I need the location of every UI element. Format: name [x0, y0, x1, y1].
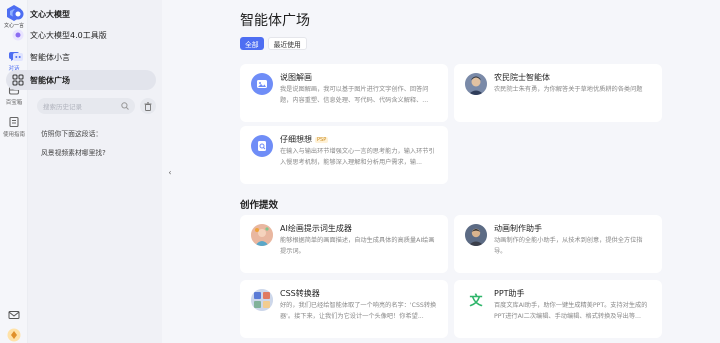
agent-card-ai-painting-prompt[interactable]: AI绘画提示词生成器 能够根据简单的画面描述，自动生成具体的高质量AI绘画提示词…: [240, 215, 448, 273]
history-header[interactable]: 仿照你下面这段话：: [41, 128, 102, 138]
grid-icon: [12, 74, 24, 86]
agent-name: 农民院士智能体: [494, 73, 550, 82]
agent-desc: 能够根据简单的画面描述，自动生成具体的高质量AI绘画提示词。: [280, 237, 435, 255]
picture-talk-avatar-icon: [251, 73, 273, 95]
ai-painting-avatar: [251, 224, 273, 246]
search-placeholder: 搜索历史记录: [43, 103, 82, 111]
think-carefully-avatar-icon: [251, 135, 273, 157]
sidebar-item-label: 文心大模型: [30, 9, 70, 19]
agent-desc: 农民院士朱有勇，为你解答关于草地优质耕的各类问题: [494, 86, 643, 93]
rail-item-label: 使用指南: [2, 132, 25, 138]
agent-card-picture-talk[interactable]: 说图解画 我是说图解画，我可以基于图片进行文字创作、回答问题，内容重塑、信息处理…: [240, 64, 448, 122]
svg-text:文: 文: [469, 293, 483, 309]
agent-desc: 动画制作的全能小助手，从技术到创意，提供全方位指导。: [494, 237, 643, 255]
collapse-sidebar-button[interactable]: ‹: [164, 168, 176, 182]
agent-name: 仔细想想: [280, 135, 312, 144]
section-title-creation: 创作提效: [240, 200, 279, 211]
agent-card-think-carefully[interactable]: 仔细想想 PSP 在输入与输出环节增强文心一言的思考能力，输入环节引入慢思考机制，…: [240, 126, 448, 184]
agent-desc: 百度文库AI助手，助你一键生成精美PPT。支持对生成的PPT进行AI二次编辑、手…: [494, 302, 648, 320]
ernie-model-icon: [12, 8, 24, 20]
agent-desc: 我是说图解画，我可以基于图片进行文字创作、回答问题，内容重塑、信息处理、写代码、…: [280, 86, 429, 104]
tab-recent[interactable]: 最近使用: [267, 37, 307, 50]
page-title: 智能体广场: [240, 13, 310, 29]
sidebar-item-label: 智能体小言: [30, 52, 70, 62]
sidebar-item-label: 智能体广场: [30, 75, 70, 85]
agent-square-main: 智能体广场 全部 最近使用 说图解画 我是说图解画，我可以基于图片进行文字创作、…: [228, 0, 720, 343]
guide-icon: [9, 116, 19, 128]
chevron-left-icon: ‹: [168, 168, 172, 177]
history-search-input[interactable]: 搜索历史记录: [37, 98, 135, 114]
agent-name: 说图解画: [280, 73, 312, 82]
agent-name: PPT助手: [494, 289, 525, 298]
tab-all[interactable]: 全部: [240, 37, 264, 50]
sidebar-item-label: 文心大模型4.0工具版: [30, 30, 107, 40]
mail-icon[interactable]: [8, 309, 20, 321]
agent-card-css-converter[interactable]: CSS转换器 好的，我们已经给智能体取了一个响亮的名字：'CSS转换器'。接下来…: [240, 280, 448, 338]
clear-history-button[interactable]: [140, 98, 156, 114]
agent-name: CSS转换器: [280, 289, 320, 298]
search-icon: [121, 102, 129, 110]
sidebar-item-tool-model[interactable]: 文心大模型4.0工具版: [6, 25, 156, 45]
agent-name: 动画制作助手: [494, 224, 542, 233]
ppt-helper-avatar-icon: 文: [465, 289, 487, 311]
trash-icon: [144, 101, 152, 111]
rail-item-guide[interactable]: 使用指南: [0, 116, 28, 138]
sidebar-item-assistant[interactable]: 智能体小言: [6, 47, 156, 67]
psp-badge: PSP: [315, 136, 329, 143]
tool-model-icon: [12, 29, 24, 41]
agent-card-animation-helper[interactable]: 动画制作助手 动画制作的全能小助手，从技术到创意，提供全方位指导。: [454, 215, 662, 273]
farmer-academician-avatar: [465, 73, 487, 95]
rail-item-label: 百宝箱: [5, 100, 23, 106]
sidebar-item-ernie-model[interactable]: 文心大模型: [6, 4, 156, 24]
agent-name: AI绘画提示词生成器: [280, 224, 352, 233]
history-item[interactable]: 风景视频素材哪里找?: [41, 147, 106, 157]
filter-tabs: 全部 最近使用: [240, 37, 307, 50]
agent-desc: 在输入与输出环节增强文心一言的思考能力，输入环节引入慢思考机制，能够深入理解和分…: [280, 148, 435, 166]
css-converter-avatar: [251, 289, 273, 311]
agent-card-farmer-academician[interactable]: 农民院士智能体 农民院士朱有勇，为你解答关于草地优质耕的各类问题: [454, 64, 662, 122]
agent-desc: 好的，我们已经给智能体取了一个响亮的名字：'CSS转换器'。接下来，让我们为它设…: [280, 302, 437, 320]
agent-name-row: 仔细想想 PSP: [280, 134, 329, 145]
sidebar-item-agent-square[interactable]: 智能体广场: [6, 70, 156, 90]
animation-helper-avatar: [465, 224, 487, 246]
assistant-icon: [12, 51, 24, 63]
agent-card-ppt-helper[interactable]: 文 PPT助手 百度文库AI助手，助你一键生成精美PPT。支持对生成的PPT进行…: [454, 280, 662, 338]
user-badge-icon[interactable]: [7, 328, 21, 342]
